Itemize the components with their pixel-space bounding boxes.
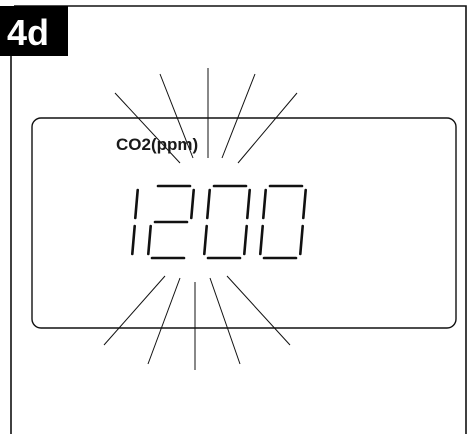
co2-unit-label: CO2(ppm): [116, 135, 198, 154]
step-badge-label: 4d: [7, 12, 49, 53]
instruction-figure: 4d CO2(ppm): [0, 5, 467, 434]
lcd-display-panel: [31, 117, 457, 329]
step-badge: 4d: [0, 6, 68, 56]
